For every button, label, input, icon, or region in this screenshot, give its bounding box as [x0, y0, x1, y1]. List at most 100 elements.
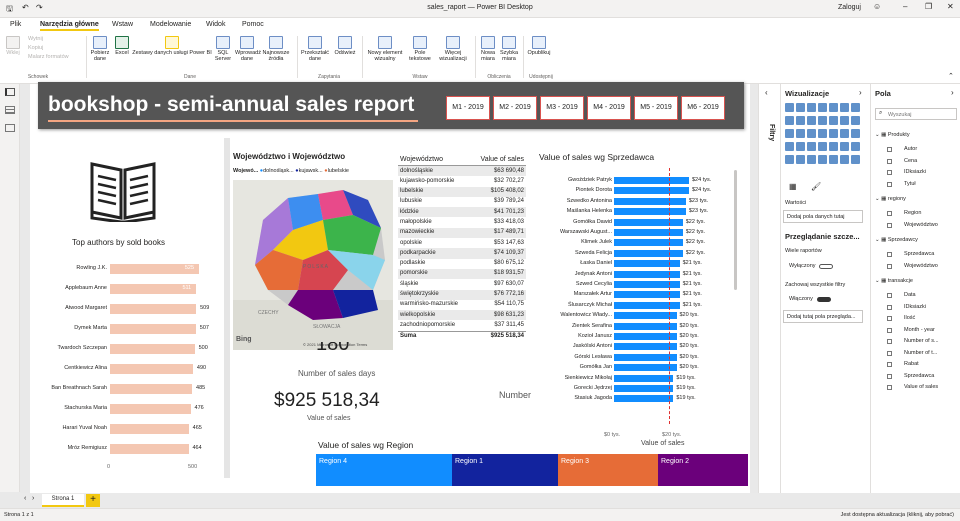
field-checkbox[interactable]: [887, 304, 892, 310]
field-checkbox[interactable]: [887, 147, 892, 152]
seller-bar-row[interactable]: Gomółka Jan $20 tys.: [540, 362, 740, 372]
keep-filters-toggle[interactable]: [817, 297, 831, 302]
field-item[interactable]: Value of sales: [904, 384, 938, 390]
field-checkbox[interactable]: [887, 362, 892, 367]
get-data-button[interactable]: Pobierz dane: [90, 36, 110, 62]
seller-bar-row[interactable]: Maślanka Helenka $23 tys.: [540, 206, 740, 216]
seller-bar[interactable]: [614, 249, 683, 257]
field-item[interactable]: Number of s...: [904, 338, 939, 344]
author-bar-row[interactable]: Applebaum Anne 511: [30, 282, 220, 296]
field-item[interactable]: Województwo: [904, 222, 938, 228]
field-item[interactable]: Number of t...: [904, 350, 937, 356]
minimize-icon[interactable]: –: [903, 2, 907, 11]
seller-bar[interactable]: [614, 187, 689, 195]
seller-bar-row[interactable]: Jedynak Antoni $21 tys.: [540, 269, 740, 279]
seller-bar[interactable]: [614, 229, 683, 236]
text-box-button[interactable]: Pole tekstowe: [407, 36, 433, 62]
field-checkbox[interactable]: [887, 316, 892, 321]
more-visuals-button[interactable]: Więcej wizualizacji: [434, 36, 472, 62]
tab-prev-icon[interactable]: ‹: [24, 495, 26, 502]
transform-data-button[interactable]: Przekształć dane: [300, 36, 330, 62]
author-bar-row[interactable]: Rowling J.K. 525: [30, 262, 220, 276]
sql-server-button[interactable]: SQL Server: [213, 36, 233, 62]
seller-bar[interactable]: [614, 322, 677, 330]
field-checkbox[interactable]: [887, 181, 892, 187]
seller-bar-row[interactable]: Górski Lesława $20 tys.: [540, 352, 740, 362]
seller-bar-row[interactable]: Zientek Serafina $20 tys.: [540, 321, 740, 331]
author-bar[interactable]: [110, 444, 189, 454]
seller-bar[interactable]: [614, 239, 683, 247]
seller-bar-row[interactable]: Gwoździek Patryk $24 tys.: [540, 175, 740, 185]
field-item[interactable]: Autor: [904, 146, 917, 152]
field-item[interactable]: Region: [904, 210, 921, 216]
enter-data-button[interactable]: Wprowadź dane: [235, 36, 261, 62]
region-tile[interactable]: Region 1: [452, 454, 558, 486]
menu-modeling[interactable]: Modelowanie: [150, 21, 191, 28]
table-row[interactable]: lubuskie $39 789,24: [398, 197, 526, 207]
table-row[interactable]: śląskie $97 630,07: [398, 279, 526, 289]
seller-bar[interactable]: [614, 395, 674, 403]
author-bar[interactable]: [110, 324, 196, 334]
field-checkbox[interactable]: [887, 339, 892, 344]
table-row[interactable]: podlaskie $80 675,12: [398, 259, 526, 269]
expand-filters-icon[interactable]: ‹: [765, 88, 768, 97]
table-row[interactable]: warmińsko-mazurskie $54 110,75: [398, 300, 526, 310]
seller-bar[interactable]: [614, 208, 686, 216]
table-row[interactable]: podkarpackie $74 109,37: [398, 248, 526, 259]
field-checkbox[interactable]: [887, 350, 892, 356]
table-row[interactable]: opolskie $53 147,63: [398, 238, 526, 248]
author-bar[interactable]: [110, 404, 191, 414]
report-view-icon[interactable]: [5, 88, 15, 96]
field-item[interactable]: Sprzedawca: [904, 373, 934, 379]
seller-bar-row[interactable]: Stasiuk Jagoda $19 tys.: [540, 393, 740, 403]
sellers-scrollbar[interactable]: [734, 170, 737, 290]
field-item[interactable]: Sprzedawca: [904, 251, 934, 257]
seller-bar-row[interactable]: Walentowicz Włady... $20 tys.: [540, 310, 740, 320]
table-row[interactable]: dolnośląskie $63 690,48: [398, 166, 526, 177]
new-measure-button[interactable]: Nowa miara: [478, 36, 498, 62]
field-checkbox[interactable]: [887, 263, 892, 269]
author-bar[interactable]: [110, 364, 193, 374]
collapse-ribbon-icon[interactable]: ⌃: [948, 72, 954, 80]
seller-bar-row[interactable]: Sienkiewicz Mikołaj $19 tys.: [540, 373, 740, 383]
seller-bar-row[interactable]: Gorecki Jędrzej $19 tys.: [540, 383, 740, 393]
field-item[interactable]: Rabat: [904, 361, 919, 367]
seller-bar[interactable]: [614, 353, 677, 361]
field-item[interactable]: Ilość: [904, 315, 915, 321]
seller-bar-row[interactable]: Szweda Felicja $22 tys.: [540, 248, 740, 258]
month-slicer-3[interactable]: M3 - 2019: [540, 96, 584, 120]
close-icon[interactable]: ✕: [947, 2, 954, 11]
field-item[interactable]: Cena: [904, 158, 917, 164]
visual-type-gallery[interactable]: [784, 102, 868, 167]
field-checkbox[interactable]: [887, 373, 892, 379]
publish-button[interactable]: Opublikuj: [527, 36, 551, 56]
seller-bar[interactable]: [614, 343, 677, 351]
field-checkbox[interactable]: [887, 211, 892, 216]
field-table[interactable]: ⌄ ▦ Produkty: [875, 132, 910, 138]
author-bar-row[interactable]: Ban Breathnach Sarah 485: [30, 382, 220, 396]
seller-bar-row[interactable]: Jaskólski Antoni $20 tys.: [540, 341, 740, 351]
values-drop-zone[interactable]: Dodaj pola danych tutaj: [783, 210, 863, 223]
field-checkbox[interactable]: [887, 293, 892, 298]
field-item[interactable]: Data: [904, 292, 916, 298]
seller-bar-row[interactable]: Marszałek Artur $21 tys.: [540, 289, 740, 299]
author-bar-row[interactable]: Centkiewicz Alina 490: [30, 362, 220, 376]
author-bar-row[interactable]: Atwood Margaret 509: [30, 302, 220, 316]
fields-search-input[interactable]: [888, 110, 954, 119]
seller-bar-row[interactable]: Piontek Dorota $24 tys.: [540, 185, 740, 195]
seller-bar-row[interactable]: Ślusarczyk Michał $21 tys.: [540, 300, 740, 310]
seller-bar-row[interactable]: Gomółka Dawid $22 tys.: [540, 217, 740, 227]
table-row[interactable]: pomorskie $18 931,57: [398, 268, 526, 280]
field-item[interactable]: IDksiazki: [904, 169, 926, 175]
new-visual-button[interactable]: Nowy element wizualny: [365, 36, 405, 62]
seller-bar[interactable]: [614, 218, 683, 226]
table-row[interactable]: lubelskie $105 408,02: [398, 186, 526, 197]
seller-bar[interactable]: [614, 312, 677, 320]
seller-bar-row[interactable]: Szwed Cecylia $21 tys.: [540, 279, 740, 289]
seller-bar-row[interactable]: Klimek Julek $22 tys.: [540, 237, 740, 247]
author-bar-row[interactable]: Mróz Remigiusz 464: [30, 442, 220, 456]
field-checkbox[interactable]: [887, 222, 892, 228]
author-bar[interactable]: [110, 344, 195, 354]
seller-bar[interactable]: [614, 177, 689, 184]
seller-bar[interactable]: [614, 385, 674, 392]
